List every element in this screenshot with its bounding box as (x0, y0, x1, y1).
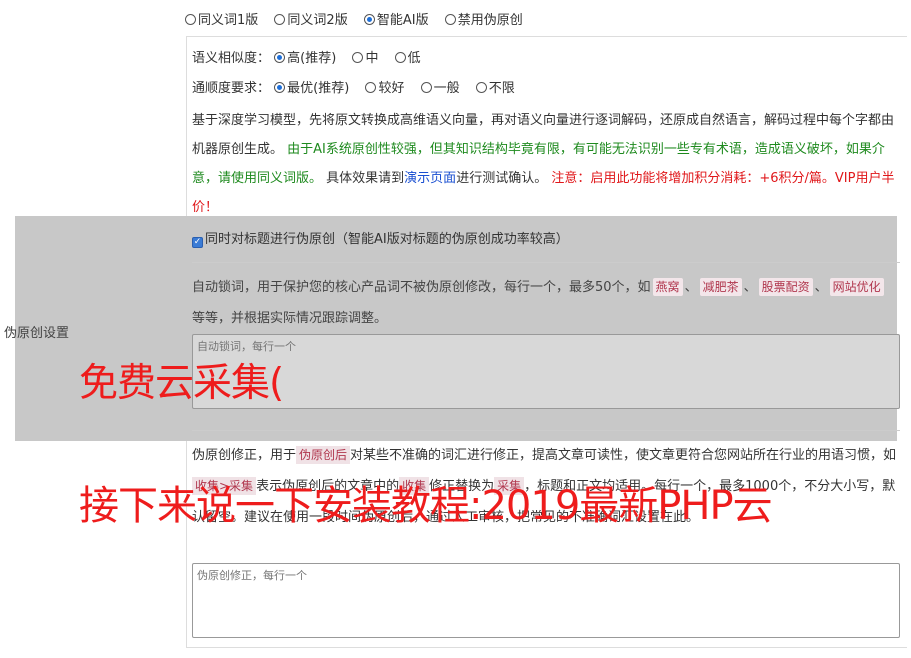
correction-text: 伪原创修正，用于 (192, 448, 297, 463)
example-tag: 伪原创后 (296, 446, 351, 464)
example-tag: 燕窝 (652, 278, 683, 296)
radio-fluency-any[interactable]: 不限 (475, 81, 515, 96)
radio-selected-icon (274, 52, 286, 63)
correction-text: 对某些不准确的词汇进行修正，提高文章可读性，使文章更符合您网站所在行业的用语习惯… (350, 448, 897, 463)
correction-textarea[interactable] (192, 563, 900, 638)
radio-similarity-high[interactable]: 高(推荐) (274, 51, 336, 66)
radio-version-synonym1[interactable]: 同义词1版 (185, 13, 258, 28)
description-text: 进行测试确认。 (456, 171, 548, 186)
radio-selected-icon (274, 82, 286, 93)
radio-circle-icon (420, 82, 432, 93)
pseudo-original-settings-label: 伪原创设置 (4, 326, 70, 341)
radio-circle-icon (352, 52, 364, 63)
radio-version-synonym2[interactable]: 同义词2版 (274, 13, 348, 28)
watermark-text: 接下来说一下安装教程:2019最新PHP云 (79, 483, 773, 529)
radio-fluency-best[interactable]: 最优(推荐) (274, 81, 349, 96)
title-rewrite-checkbox[interactable]: ✓ 同时对标题进行伪原创（智能AI版对标题的伪原创成功率较高） (192, 228, 569, 248)
fluency-row: 通顺度要求： 最优(推荐) 较好 一般 不限 (192, 77, 527, 96)
lock-words-description: 自动锁词，用于保护您的核心产品词不被伪原创修改，每行一个，最多50个，如 燕窝、减… (192, 272, 900, 334)
checkbox-checked-icon: ✓ (192, 237, 203, 248)
version-radio-group: 同义词1版 同义词2版 智能AI版 禁用伪原创 (185, 9, 535, 28)
similarity-label: 语义相似度： (192, 51, 271, 66)
radio-circle-icon (394, 52, 406, 63)
fluency-label: 通顺度要求： (192, 81, 271, 96)
example-tag: 股票配资 (758, 278, 813, 296)
radio-circle-icon (444, 14, 456, 25)
example-tag: 网站优化 (829, 278, 884, 296)
ai-description: 基于深度学习模型，先将原文转换成高维语义向量，再对语义向量进行逐词解码，还原成自… (192, 106, 900, 222)
radio-circle-icon (185, 14, 196, 25)
lock-words-text: 等等，并根据实际情况跟踪调整。 (192, 311, 388, 326)
lock-words-text: 自动锁词，用于保护您的核心产品词不被伪原创修改，每行一个，最多50个，如 (192, 280, 651, 295)
divider (192, 430, 900, 431)
radio-similarity-low[interactable]: 低 (394, 51, 421, 66)
radio-version-ai[interactable]: 智能AI版 (363, 13, 429, 28)
similarity-row: 语义相似度： 高(推荐) 中 低 (192, 47, 433, 66)
radio-similarity-medium[interactable]: 中 (352, 51, 378, 66)
description-text: 具体效果请到 (326, 171, 405, 186)
example-tag: 减肥茶 (699, 278, 742, 296)
radio-version-disable[interactable]: 禁用伪原创 (444, 13, 523, 28)
radio-fluency-normal[interactable]: 一般 (420, 81, 460, 96)
radio-circle-icon (475, 82, 487, 93)
radio-circle-icon (365, 82, 377, 93)
radio-selected-icon (363, 14, 375, 25)
watermark-text: 免费云采集( (79, 361, 284, 406)
lock-words-textarea[interactable] (192, 334, 900, 409)
radio-fluency-good[interactable]: 较好 (365, 81, 404, 96)
demo-page-link[interactable]: 演示页面 (404, 171, 456, 186)
radio-circle-icon (274, 14, 286, 25)
divider (192, 262, 900, 263)
